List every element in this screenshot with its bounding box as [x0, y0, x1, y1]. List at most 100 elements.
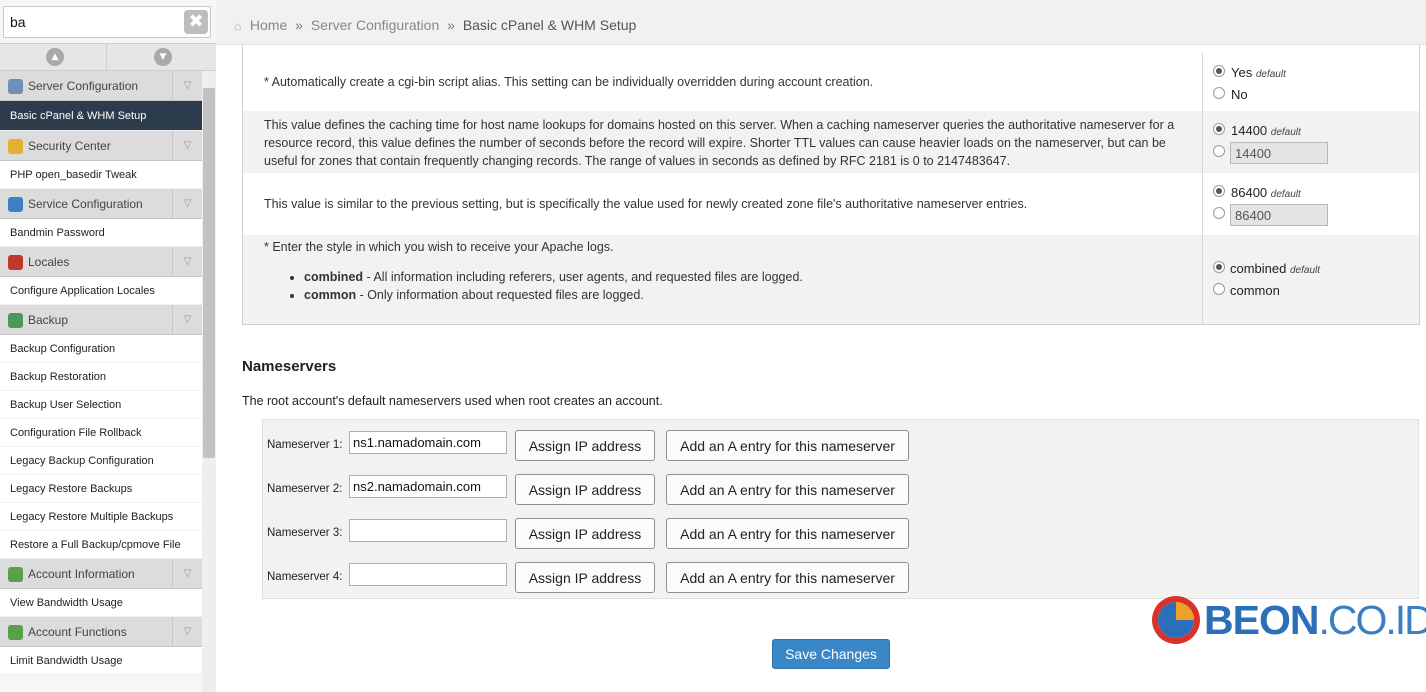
ns-ttl-default-radio[interactable]	[1213, 185, 1225, 197]
breadcrumb-home[interactable]: Home	[250, 17, 287, 33]
chevron-down-icon[interactable]: ▽	[172, 617, 202, 647]
expand-all-button[interactable]: ▼	[108, 44, 215, 70]
sidebar-scrollbar-thumb[interactable]	[203, 88, 215, 458]
server-config-icon	[8, 79, 23, 94]
setting-row-ns-ttl: This value is similar to the previous se…	[243, 173, 1419, 235]
sidebar-category[interactable]: Account Functions ▽	[0, 617, 202, 647]
chevron-down-icon[interactable]: ▽	[172, 189, 202, 219]
collapse-all-button[interactable]: ▲	[0, 44, 107, 70]
sidebar-item[interactable]: Legacy Restore Backups	[0, 475, 202, 503]
nameserver-input[interactable]	[349, 563, 507, 586]
nameserver-row: Nameserver 2: Assign IP address Add an A e…	[263, 474, 963, 506]
nameserver-input[interactable]	[349, 475, 507, 498]
sidebar-category-label: Security Center	[28, 139, 111, 153]
nameserver-row: Nameserver 3: Assign IP address Add an A e…	[263, 518, 963, 550]
arrow-up-icon: ▲	[46, 48, 64, 66]
sidebar-item[interactable]: Backup User Selection	[0, 391, 202, 419]
add-a-entry-button[interactable]: Add an A entry for this nameserver	[666, 430, 909, 461]
log-common-radio[interactable]	[1213, 283, 1225, 295]
nameserver-row: Nameserver 1: Assign IP address Add an A e…	[263, 430, 963, 462]
apache-logs-intro: * Enter the style in which you wish to r…	[264, 240, 614, 254]
setting-description: * Automatically create a cgi-bin script …	[264, 75, 874, 89]
sidebar-category[interactable]: Backup ▽	[0, 305, 202, 335]
ttl-custom-radio[interactable]	[1213, 145, 1225, 157]
nameserver-label: Nameserver 1:	[267, 439, 343, 451]
nameserver-row: Nameserver 4: Assign IP address Add an A e…	[263, 562, 963, 594]
cgi-yes-label[interactable]: Yes default	[1231, 65, 1286, 80]
ns-ttl-input[interactable]	[1230, 204, 1328, 226]
ttl-default-radio[interactable]	[1213, 123, 1225, 135]
add-a-entry-button[interactable]: Add an A entry for this nameserver	[666, 474, 909, 505]
add-a-entry-button[interactable]: Add an A entry for this nameserver	[666, 562, 909, 593]
sidebar-item[interactable]: Configuration File Rollback	[0, 419, 202, 447]
nameserver-input[interactable]	[349, 519, 507, 542]
chevron-down-icon[interactable]: ▽	[172, 559, 202, 589]
sidebar-item[interactable]: Backup Restoration	[0, 363, 202, 391]
sidebar-category-label: Backup	[28, 313, 69, 327]
list-item: common - Only information about requeste…	[304, 286, 1181, 304]
ttl-default-label[interactable]: 14400 default	[1231, 123, 1301, 138]
account-info-icon	[8, 567, 23, 582]
nameservers-description: The root account's default nameservers u…	[242, 394, 663, 408]
sidebar: ✖ ▲ ▼ Server Configuration▽Basic cPanel …	[0, 0, 216, 692]
sidebar-category-label: Locales	[28, 255, 70, 269]
sidebar-item[interactable]: View Bandwidth Usage	[0, 589, 202, 617]
nameserver-label: Nameserver 2:	[267, 483, 343, 495]
ns-ttl-default-label[interactable]: 86400 default	[1231, 185, 1301, 200]
collapse-controls: ▲ ▼	[0, 43, 216, 71]
chevron-down-icon[interactable]: ▽	[172, 305, 202, 335]
sidebar-category[interactable]: Service Configuration ▽	[0, 189, 202, 219]
sidebar-item[interactable]: PHP open_basedir Tweak	[0, 161, 202, 189]
ns-ttl-custom-radio[interactable]	[1213, 207, 1225, 219]
nameserver-input[interactable]	[349, 431, 507, 454]
sidebar-category[interactable]: Locales ▽	[0, 247, 202, 277]
sidebar-item[interactable]: Configure Application Locales	[0, 277, 202, 305]
log-combined-label[interactable]: combined default	[1230, 261, 1320, 276]
cgi-no-label[interactable]: No	[1231, 87, 1248, 102]
sidebar-category-label: Service Configuration	[28, 197, 143, 211]
sidebar-item[interactable]: Limit Bandwidth Usage	[0, 647, 202, 675]
beon-logo-text: BEON.CO.ID	[1204, 597, 1426, 643]
assign-ip-button[interactable]: Assign IP address	[515, 474, 655, 505]
setting-options: combined default common	[1202, 235, 1419, 324]
setting-options: 86400 default	[1202, 173, 1419, 235]
backup-icon	[8, 313, 23, 328]
sidebar-category[interactable]: Account Information ▽	[0, 559, 202, 589]
search-input[interactable]	[3, 6, 211, 38]
nameserver-label: Nameserver 3:	[267, 527, 343, 539]
chevron-down-icon[interactable]: ▽	[172, 247, 202, 277]
sidebar-category[interactable]: Security Center ▽	[0, 131, 202, 161]
cgi-no-radio[interactable]	[1213, 87, 1225, 99]
save-changes-button[interactable]: Save Changes	[772, 639, 890, 669]
sidebar-item[interactable]: Basic cPanel & WHM Setup	[0, 101, 202, 131]
sidebar-category[interactable]: Server Configuration ▽	[0, 71, 202, 101]
assign-ip-button[interactable]: Assign IP address	[515, 430, 655, 461]
clear-search-icon[interactable]: ✖	[184, 10, 208, 34]
chevron-down-icon[interactable]: ▽	[172, 131, 202, 161]
nameservers-heading: Nameservers	[242, 358, 337, 375]
sidebar-item[interactable]: Backup Configuration	[0, 335, 202, 363]
sidebar-nav: Server Configuration ▽ Basic cPanel & WHM …	[0, 71, 202, 692]
log-combined-radio[interactable]	[1213, 261, 1225, 273]
flag-icon	[8, 255, 23, 270]
ttl-input[interactable]	[1230, 142, 1328, 164]
sidebar-item[interactable]: Bandmin Password	[0, 219, 202, 247]
beon-watermark-logo: BEON.CO.ID	[1148, 592, 1426, 648]
assign-ip-button[interactable]: Assign IP address	[515, 518, 655, 549]
setting-options: Yes default No	[1202, 53, 1419, 111]
breadcrumb: ⌂ Home » Server Configuration » Basic cP…	[234, 0, 636, 45]
sidebar-search: ✖	[0, 0, 216, 43]
sidebar-category-label: Account Functions	[28, 625, 127, 639]
chevron-down-icon[interactable]: ▽	[172, 71, 202, 101]
add-a-entry-button[interactable]: Add an A entry for this nameserver	[666, 518, 909, 549]
cgi-yes-radio[interactable]	[1213, 65, 1225, 77]
assign-ip-button[interactable]: Assign IP address	[515, 562, 655, 593]
sidebar-item[interactable]: Legacy Backup Configuration	[0, 447, 202, 475]
sidebar-category-label: Account Information	[28, 567, 135, 581]
setting-description: * Enter the style in which you wish to r…	[243, 235, 1202, 324]
list-item: combined - All information including ref…	[304, 268, 1181, 286]
breadcrumb-section[interactable]: Server Configuration	[311, 17, 439, 33]
sidebar-item[interactable]: Legacy Restore Multiple Backups	[0, 503, 202, 531]
sidebar-item[interactable]: Restore a Full Backup/cpmove File	[0, 531, 202, 559]
log-common-label[interactable]: common	[1230, 283, 1280, 298]
